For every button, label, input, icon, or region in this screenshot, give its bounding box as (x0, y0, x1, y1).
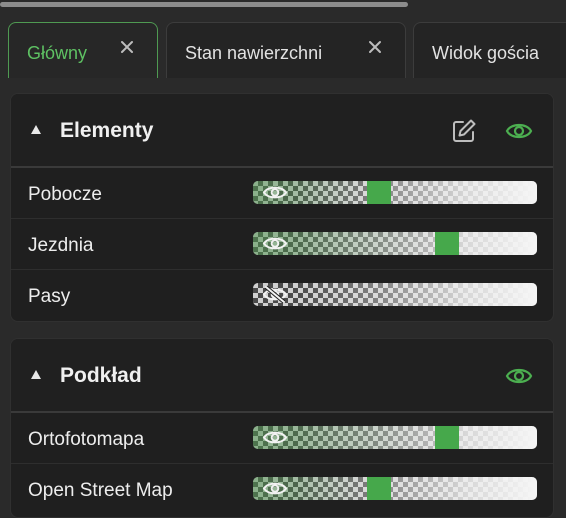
tab-label: Główny (27, 43, 88, 63)
slider-thumb[interactable] (435, 426, 459, 449)
panel-podklad: Podkład Ortofotomapa Open Street Map (10, 338, 554, 518)
tab-label: Stan nawierzchni (185, 43, 323, 63)
visibility-toggle-icon[interactable] (262, 428, 288, 447)
layer-label: Jezdnia (28, 235, 94, 256)
tab-bar: Główny Stan nawierzchni Widok gościa (0, 20, 566, 80)
divider (11, 166, 553, 168)
panel-header[interactable]: Podkład (11, 339, 553, 411)
collapse-icon[interactable] (31, 370, 41, 379)
divider (11, 411, 553, 413)
eye-icon[interactable] (505, 118, 533, 144)
tab-glowny[interactable]: Główny (8, 22, 158, 78)
layer-row: Jezdnia (11, 220, 553, 270)
opacity-slider[interactable] (253, 477, 537, 500)
panel-elementy: Elementy Pobocze Jezdnia Pasy (10, 93, 554, 322)
opacity-slider[interactable] (253, 181, 537, 204)
tab-label: Widok gościa (432, 43, 540, 63)
close-icon[interactable] (367, 39, 383, 55)
layer-row: Pobocze (11, 169, 553, 219)
layer-row: Open Street Map (11, 465, 553, 515)
layer-label: Ortofotomapa (28, 429, 145, 450)
edit-icon[interactable] (451, 118, 477, 144)
eye-icon[interactable] (505, 363, 533, 389)
visibility-toggle-icon[interactable] (262, 285, 288, 304)
layer-row: Ortofotomapa (11, 414, 553, 464)
layer-row: Pasy (11, 271, 553, 321)
panel-title: Elementy (60, 119, 154, 142)
tab-widok-goscia[interactable]: Widok gościa (413, 22, 566, 78)
opacity-slider[interactable] (253, 283, 537, 306)
layer-label: Pobocze (28, 184, 102, 205)
horizontal-scrollbar[interactable] (0, 0, 566, 8)
visibility-toggle-icon[interactable] (262, 234, 288, 253)
layer-label: Pasy (28, 286, 71, 307)
panel-title: Podkład (60, 364, 142, 387)
opacity-slider[interactable] (253, 426, 537, 449)
slider-thumb[interactable] (367, 477, 391, 500)
visibility-toggle-icon[interactable] (262, 183, 288, 202)
slider-thumb[interactable] (367, 181, 391, 204)
slider-thumb[interactable] (435, 232, 459, 255)
layer-label: Open Street Map (28, 480, 173, 501)
opacity-slider[interactable] (253, 232, 537, 255)
tab-stan-nawierzchni[interactable]: Stan nawierzchni (166, 22, 406, 78)
panel-header[interactable]: Elementy (11, 94, 553, 166)
close-icon[interactable] (119, 39, 135, 55)
collapse-icon[interactable] (31, 125, 41, 134)
visibility-toggle-icon[interactable] (262, 479, 288, 498)
scrollbar-thumb[interactable] (0, 2, 408, 7)
